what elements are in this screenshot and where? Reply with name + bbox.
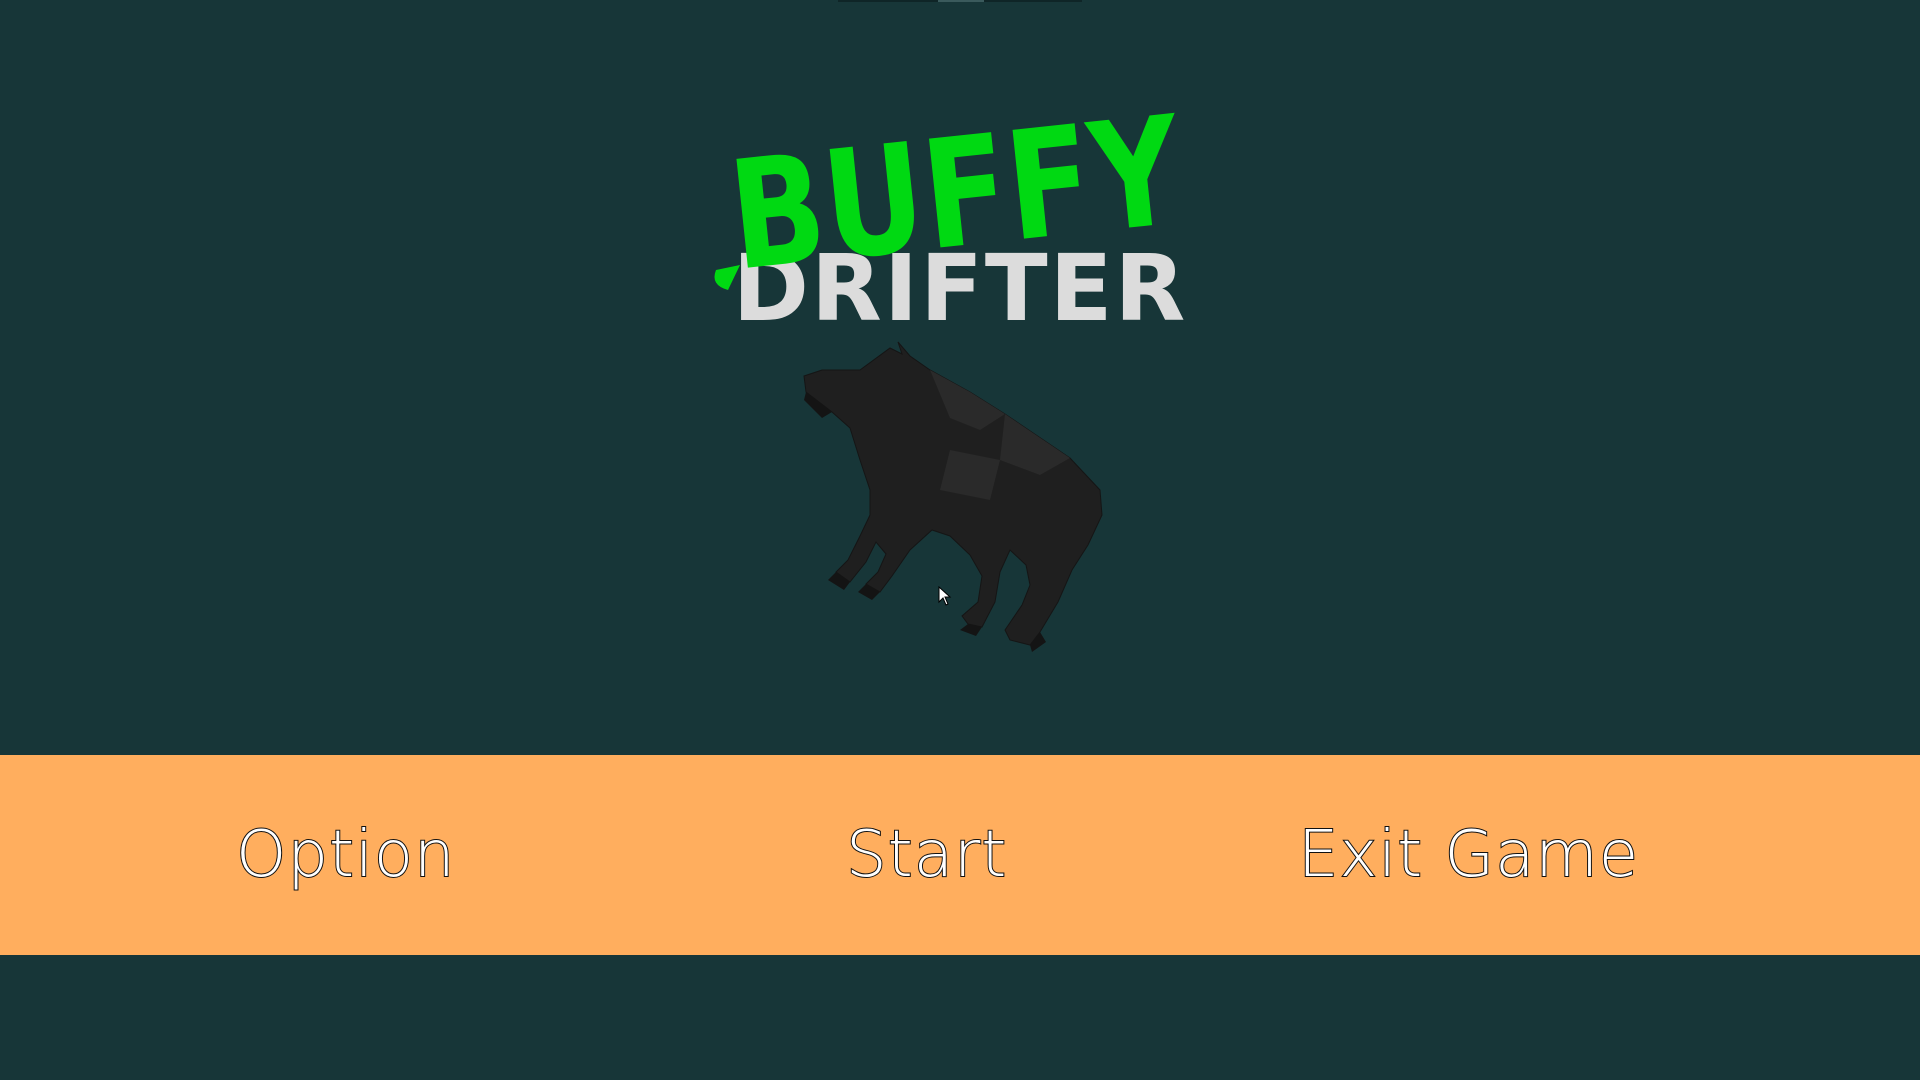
logo-graphic: DRIFTER BUFFY — [714, 84, 1190, 330]
main-menu-screen: DRIFTER BUFFY Option Start Exit Game — [0, 0, 1920, 1080]
game-logo: DRIFTER BUFFY — [680, 50, 1240, 330]
exit-game-button[interactable]: Exit Game — [1297, 755, 1639, 955]
mouse-cursor-icon — [938, 585, 952, 606]
option-button[interactable]: Option — [235, 755, 456, 955]
menu-bar: Option Start Exit Game — [0, 755, 1920, 955]
start-button[interactable]: Start — [845, 755, 1007, 955]
buffalo-model — [800, 340, 1130, 690]
buffalo-icon — [803, 341, 1103, 652]
top-indicator — [838, 0, 1082, 2]
